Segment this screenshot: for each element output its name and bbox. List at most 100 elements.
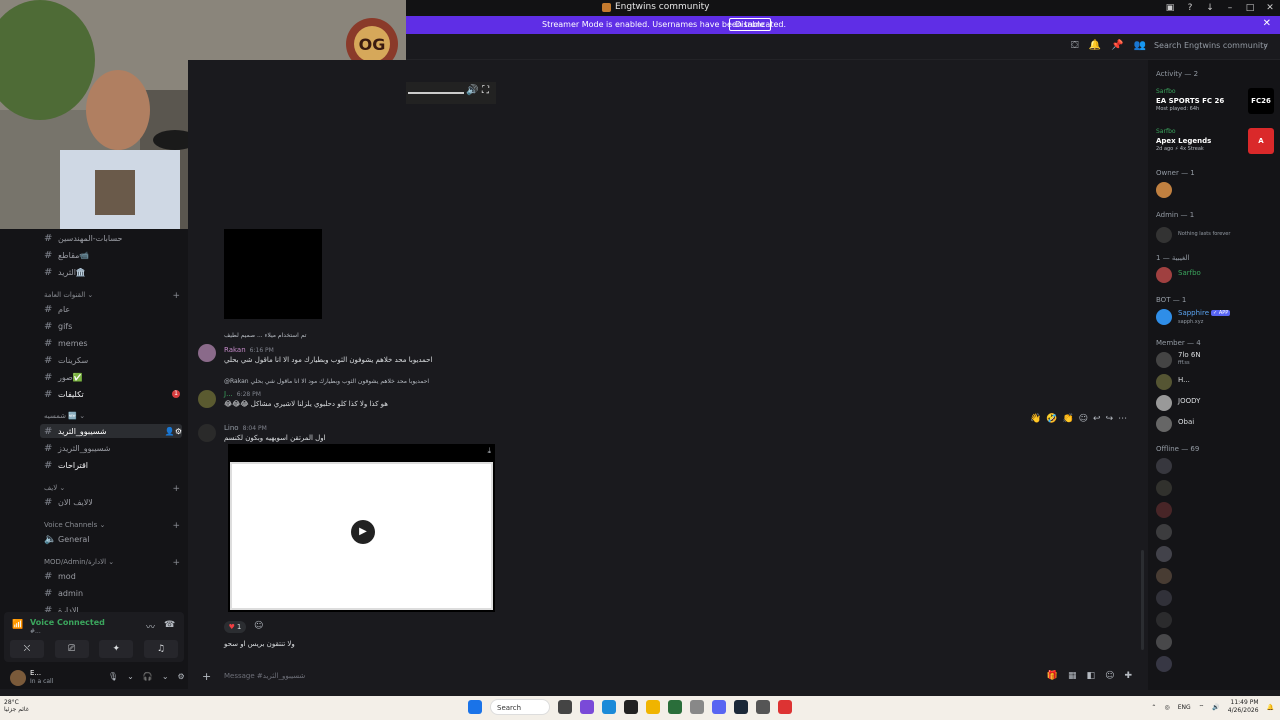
member-item[interactable]: JOODY (1156, 394, 1276, 412)
microphone-icon[interactable]: 🎙 (108, 672, 118, 681)
member-item-offline[interactable] (1156, 457, 1276, 475)
disconnect-icon[interactable]: ☎ (164, 620, 175, 630)
member-item-offline[interactable] (1156, 501, 1276, 519)
play-button[interactable]: ▶ (351, 520, 375, 544)
chevron-down-icon[interactable]: ⌄ (162, 672, 169, 681)
add-channel-icon[interactable]: + (172, 291, 180, 301)
inbox-icon[interactable]: ▣ (1160, 3, 1180, 13)
avatar[interactable] (198, 390, 216, 408)
help-icon[interactable]: ? (1180, 3, 1200, 13)
channel-item[interactable]: # اقتراحات (44, 458, 184, 472)
copilot-icon[interactable] (580, 700, 594, 714)
wifi-icon[interactable]: ⌔ (1199, 703, 1205, 711)
emoji-icon[interactable]: ☺ (1105, 671, 1114, 681)
member-item[interactable]: Sarfbo (1156, 266, 1276, 284)
reaction-emoji-icon[interactable]: 👋 (1030, 414, 1041, 424)
member-item-offline[interactable] (1156, 633, 1276, 651)
activities-icon[interactable]: ✦ (99, 640, 134, 658)
channel-item-selected[interactable]: # شسيبوو_الثريد 👤⚙ (40, 424, 182, 438)
notifications-icon[interactable]: 🔔 (1267, 704, 1274, 711)
member-list-icon[interactable]: 👥 (1134, 40, 1146, 51)
chevron-up-icon[interactable]: ⌃ (1151, 704, 1156, 711)
member-item[interactable]: 7lo 6N fff.ss (1156, 351, 1276, 369)
edge-icon[interactable] (602, 700, 616, 714)
add-channel-icon[interactable]: + (172, 484, 180, 494)
avatar[interactable] (198, 344, 216, 362)
app-icon[interactable] (756, 700, 770, 714)
pin-icon[interactable]: 📌 (1111, 40, 1123, 51)
network-icon[interactable]: ◎ (1164, 704, 1169, 711)
member-item-bot[interactable]: Sapphire ✓ APP sapph.xyz (1156, 308, 1276, 326)
reaction-emoji-icon[interactable]: 👏 (1062, 414, 1073, 424)
download-icon[interactable]: ⤓ (487, 446, 491, 456)
video-attachment[interactable]: ⤓ ▶ (228, 444, 495, 612)
channel-settings-icon[interactable]: 👤⚙ (165, 427, 182, 436)
chevron-down-icon[interactable]: ⌄ (127, 672, 134, 681)
search-input[interactable]: Search Engtwins community ⌕ (1152, 40, 1272, 54)
category-mod[interactable]: MOD/Admin/الادارة ⌄ + (44, 558, 180, 568)
reaction-heart[interactable]: ♥ 1 (224, 621, 246, 633)
member-item-offline[interactable] (1156, 611, 1276, 629)
voice-channel-general[interactable]: 🔈 General (44, 532, 184, 546)
member-item[interactable]: Nothing lasts forever (1156, 226, 1276, 244)
app-icon[interactable] (668, 700, 682, 714)
noise-suppression-icon[interactable]: 〰 (146, 620, 155, 633)
member-item-offline[interactable] (1156, 523, 1276, 541)
member-item-offline[interactable] (1156, 655, 1276, 673)
channel-item-unread[interactable]: # تكليفات (44, 387, 184, 401)
avatar[interactable] (10, 670, 26, 686)
file-explorer-icon[interactable] (646, 700, 660, 714)
fullscreen-icon[interactable]: ⛶ (482, 85, 489, 96)
message-author[interactable]: Rakan 6:16 PM (224, 346, 274, 354)
channel-item[interactable]: # memes (44, 336, 184, 350)
member-item[interactable]: H... (1156, 373, 1276, 391)
member-item-offline[interactable] (1156, 479, 1276, 497)
start-icon[interactable] (468, 700, 482, 714)
chat-scrollbar[interactable] (1141, 550, 1144, 650)
member-item[interactable] (1156, 181, 1276, 199)
dismiss-banner-icon[interactable]: ✕ (1263, 18, 1271, 29)
channel-item[interactable]: # mod (44, 569, 184, 583)
soundboard-icon[interactable]: ♫ (143, 640, 178, 658)
add-reaction-icon[interactable]: ☺ (1079, 414, 1088, 424)
volume-icon[interactable]: 🔊 (1212, 704, 1219, 711)
app-icon[interactable] (690, 700, 704, 714)
app-icon[interactable] (778, 700, 792, 714)
category-shams[interactable]: شمسيه 🆕 ⌄ (44, 412, 180, 420)
activity-card[interactable]: Sarfbo Apex Legends 2d ago ⚡ 4x Streak A (1152, 128, 1276, 162)
volume-slider[interactable] (408, 92, 464, 94)
maximize-button[interactable]: □ (1240, 3, 1260, 13)
activity-card[interactable]: Sarfbo EA SPORTS FC 26 Most played: 64h … (1152, 88, 1276, 122)
category-voice[interactable]: Voice Channels ⌄ + (44, 521, 180, 531)
reaction-emoji-icon[interactable]: 🤣 (1046, 414, 1057, 424)
message-author[interactable]: Lino 8:04 PM (224, 424, 267, 432)
channel-item[interactable]: # صور✅ (44, 370, 184, 384)
channel-item[interactable]: # لالايف الان (44, 495, 184, 509)
category-general[interactable]: القنوات العامة ⌄ + (44, 291, 180, 301)
add-attachment-icon[interactable]: + (202, 670, 211, 683)
channel-item[interactable]: # admin (44, 586, 184, 600)
settings-gear-icon[interactable]: ⚙ (178, 672, 185, 681)
taskbar-search[interactable]: Search (490, 699, 550, 715)
channel-item[interactable]: # حسابات-المهندسين (44, 231, 184, 245)
clock[interactable]: 11:49 PM 4/26/2026 (1228, 699, 1259, 715)
channel-item[interactable]: # الثريد🏛️ (44, 265, 184, 279)
more-options-icon[interactable]: ⋯ (1118, 414, 1127, 424)
signal-icon[interactable]: 📶 (12, 620, 23, 630)
message-input[interactable]: Message #شسيبوو_الثريد (224, 672, 305, 680)
apps-icon[interactable]: ✚ (1124, 671, 1132, 681)
member-item-offline[interactable] (1156, 545, 1276, 563)
threads-icon[interactable]: ⛋ (1071, 40, 1079, 51)
reply-icon[interactable]: ↩ (1093, 414, 1101, 424)
sticker-icon[interactable]: ◧ (1087, 671, 1096, 681)
download-icon[interactable]: ↓ (1200, 3, 1220, 13)
add-channel-icon[interactable]: + (172, 558, 180, 568)
channel-item[interactable]: # شسيبوو_الثريدز (44, 441, 184, 455)
member-item[interactable]: Obai (1156, 415, 1276, 433)
member-item-offline[interactable] (1156, 589, 1276, 607)
channel-item[interactable]: # عام (44, 302, 184, 316)
forward-icon[interactable]: ↪ (1106, 414, 1114, 424)
headphones-icon[interactable]: 🎧 (143, 672, 153, 681)
member-item-offline[interactable] (1156, 567, 1276, 585)
volume-icon[interactable]: 🔊 (466, 85, 478, 96)
